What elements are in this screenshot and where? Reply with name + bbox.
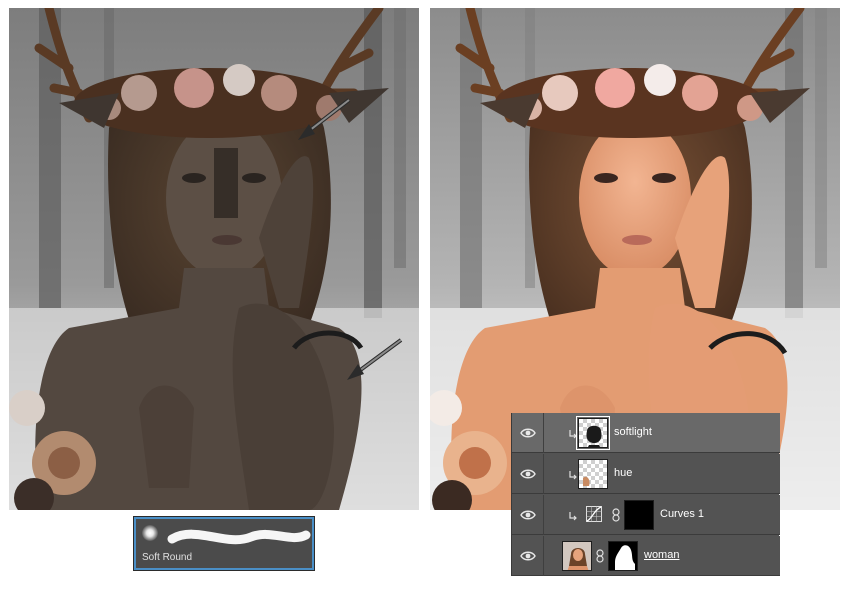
layer-mask-thumbnail[interactable] [608,541,638,571]
layers-panel: softlight hue Curves 1 woman [511,413,780,576]
visibility-divider [543,454,544,494]
eye-icon[interactable] [520,426,536,440]
layer-row-hue[interactable]: hue [512,454,780,494]
layer-name-hue[interactable]: hue [614,467,632,479]
clipping-arrow-icon [569,430,577,439]
layer-mask-thumbnail[interactable] [624,500,654,530]
thumbnail-art [583,476,590,486]
layer-name-woman[interactable]: woman [644,549,679,561]
mask-link-icon[interactable] [612,508,620,522]
brush-tip-icon [142,525,158,541]
brush-preset-swatch[interactable]: Soft Round [133,516,315,571]
eye-icon[interactable] [520,508,536,522]
brush-preset-label: Soft Round [142,552,193,563]
visibility-divider [543,495,544,535]
layer-thumbnail[interactable] [576,416,610,450]
eye-icon[interactable] [520,549,536,563]
layer-name-softlight[interactable]: softlight [614,426,652,438]
visibility-divider [543,536,544,576]
layer-thumbnail[interactable] [562,541,592,571]
curves-icon[interactable] [586,506,602,522]
visibility-divider [543,413,544,453]
clipping-arrow-icon [569,471,577,480]
mask-link-icon[interactable] [596,549,604,563]
before-illustration [9,8,419,510]
eye-icon[interactable] [520,467,536,481]
mask-art [615,545,635,570]
before-image [9,8,419,510]
clipping-arrow-icon [569,512,577,521]
layer-row-woman[interactable]: woman [512,536,780,576]
thumbnail-art [586,425,602,447]
layer-row-curves[interactable]: Curves 1 [512,495,780,535]
layer-name-curves[interactable]: Curves 1 [660,508,704,520]
brush-stroke-preview [167,529,311,545]
layer-row-softlight[interactable]: softlight [512,413,780,453]
thumbnail-art [563,542,591,570]
layer-thumbnail[interactable] [578,459,608,489]
